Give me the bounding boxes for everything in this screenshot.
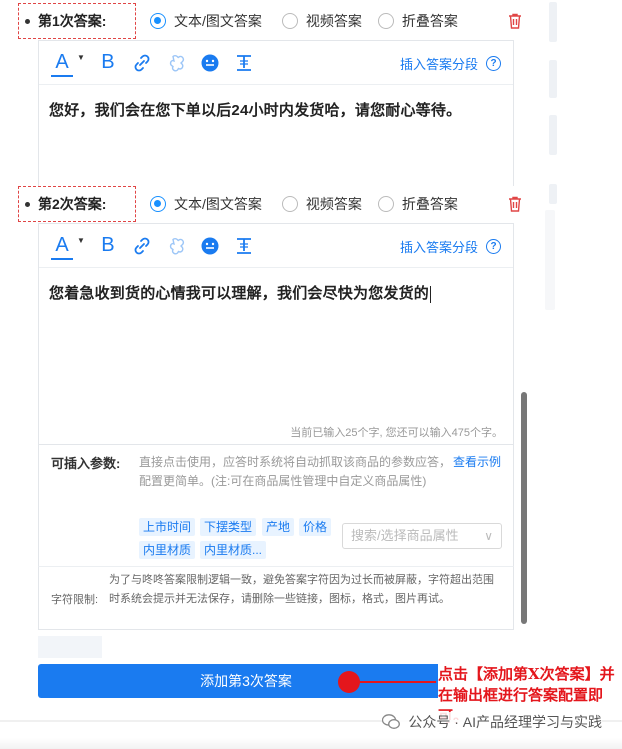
attribute-select[interactable]: 搜索/选择商品属性 ∨	[342, 523, 502, 549]
font-color-icon[interactable]: A	[51, 51, 73, 77]
answer-1-content[interactable]: 您好，我们会在您下单以后24小时内发货哈，请您耐心等待。	[39, 85, 513, 120]
answer-2-option-text[interactable]: 文本/图文答案	[150, 194, 262, 214]
panel-strip	[549, 60, 557, 98]
params-description: 直接点击使用，应答时系统将自动抓取该商品的参数应答，配置更简单。(注:可在商品属…	[139, 455, 452, 488]
answer-2-label: 第2次答案:	[38, 196, 107, 212]
radio-checked-icon	[150, 196, 166, 212]
watermark: 公众号 · AI产品经理学习与实践	[382, 712, 602, 732]
answer-2-content[interactable]: 您着急收到货的心情我可以理解，我们会尽快为您发货的	[39, 268, 513, 303]
char-limit-section: 字符限制: 为了与咚咚答案限制逻辑一致，避免答案字符因为过长而被屏蔽，字符超出范…	[38, 566, 514, 630]
panel-strip	[549, 184, 557, 204]
radio-icon	[377, 13, 394, 29]
insert-segment-link[interactable]: 插入答案分段 ?	[400, 224, 501, 268]
link-icon[interactable]	[131, 52, 153, 74]
option-label: 折叠答案	[401, 13, 458, 29]
option-label: 文本/图文答案	[174, 13, 262, 29]
insert-segment-link[interactable]: 插入答案分段 ?	[400, 41, 501, 85]
answer-1-option-video[interactable]: 视频答案	[281, 11, 362, 31]
char-limit-text: 为了与咚咚答案限制逻辑一致，避免答案字符因为过长而被屏蔽，字符超出范围时系统会提…	[109, 574, 494, 605]
emoji-icon[interactable]	[199, 52, 221, 74]
right-panel	[545, 0, 622, 720]
radio-icon	[281, 13, 298, 29]
radio-icon	[281, 196, 298, 212]
param-tag[interactable]: 产地	[262, 518, 295, 536]
wechat-icon	[382, 714, 401, 729]
answer-1-editor[interactable]: A ▼ B 插入答案分段 ? 您好，我们会在您下单以后24小时内发货哈，请您耐心…	[38, 40, 514, 186]
bold-icon[interactable]: B	[97, 234, 119, 257]
answer-1-label: 第1次答案:	[38, 13, 107, 29]
answer-2-option-video[interactable]: 视频答案	[281, 194, 362, 214]
option-label: 视频答案	[305, 13, 362, 29]
link-icon[interactable]	[131, 235, 153, 257]
params-label: 可插入参数:	[51, 456, 121, 471]
param-tag[interactable]: 上市时间	[139, 518, 196, 536]
watermark-text: 公众号 · AI产品经理学习与实践	[408, 714, 602, 730]
answer-2-label-box: 第2次答案:	[18, 186, 136, 222]
placeholder-block	[38, 636, 102, 658]
bold-icon[interactable]: B	[97, 51, 119, 74]
font-color-icon[interactable]: A	[51, 234, 73, 260]
unlink-icon[interactable]	[165, 52, 187, 74]
option-label: 视频答案	[305, 196, 362, 212]
param-tag[interactable]: 价格	[299, 518, 332, 536]
bottom-blur	[0, 738, 622, 749]
bullet-icon	[25, 18, 30, 24]
select-placeholder: 搜索/选择商品属性	[351, 528, 459, 543]
add-answer-label: 添加第3次答案	[200, 673, 292, 689]
clear-format-icon[interactable]	[233, 52, 255, 74]
view-example-link[interactable]: 查看示例	[453, 453, 501, 470]
delete-icon[interactable]	[508, 13, 522, 29]
caret-down-icon[interactable]: ▼	[77, 236, 85, 245]
help-icon[interactable]: ?	[486, 55, 501, 71]
chevron-down-icon: ∨	[484, 529, 493, 543]
insert-segment-label: 插入答案分段	[399, 239, 478, 255]
radio-checked-icon	[150, 13, 166, 29]
answer-1-option-fold[interactable]: 折叠答案	[377, 11, 458, 31]
answer-2-content-text: 您着急收到货的心情我可以理解，我们会尽快为您发货的	[49, 285, 430, 302]
panel-strip	[549, 115, 557, 155]
answer-1-option-text[interactable]: 文本/图文答案	[150, 11, 262, 31]
param-tag[interactable]: 下摆类型	[200, 518, 257, 536]
params-section: 可插入参数: 直接点击使用，应答时系统将自动抓取该商品的参数应答，配置更简单。(…	[38, 445, 514, 566]
answer-2-header: 第2次答案: 文本/图文答案 视频答案 折叠答案	[18, 186, 521, 222]
delete-icon[interactable]	[508, 196, 522, 212]
text-cursor	[430, 285, 432, 303]
panel-strip	[545, 210, 555, 310]
option-label: 文本/图文答案	[174, 196, 262, 212]
answer-2-editor[interactable]: A ▼ B 插入答案分段 ? 您着急收到货的心情我可以理解，我们会尽快为您发货的…	[38, 223, 514, 445]
char-counter: 当前已输入25个字, 您还可以输入475个字。	[290, 427, 503, 439]
answer-1-label-box: 第1次答案:	[18, 3, 136, 39]
unlink-icon[interactable]	[165, 235, 187, 257]
answer-config-panel: 第1次答案: 文本/图文答案 视频答案 折叠答案 A ▼ B 插入答案分段 ? …	[0, 0, 545, 720]
option-label: 折叠答案	[401, 196, 458, 212]
annotation-line	[356, 681, 436, 683]
answer-1-header: 第1次答案: 文本/图文答案 视频答案 折叠答案	[18, 3, 521, 39]
insert-segment-label: 插入答案分段	[399, 56, 478, 72]
answer-2-option-fold[interactable]: 折叠答案	[377, 194, 458, 214]
clear-format-icon[interactable]	[233, 235, 255, 257]
answer-1-toolbar: A ▼ B 插入答案分段 ?	[39, 41, 513, 85]
scrollbar[interactable]	[521, 392, 527, 624]
radio-icon	[377, 196, 394, 212]
param-tag[interactable]: 内里材质...	[200, 541, 267, 559]
panel-strip	[549, 2, 557, 42]
help-icon[interactable]: ?	[486, 238, 501, 254]
answer-2-toolbar: A ▼ B 插入答案分段 ?	[39, 224, 513, 268]
bullet-icon	[25, 201, 30, 207]
caret-down-icon[interactable]: ▼	[77, 53, 85, 62]
char-limit-label: 字符限制:	[51, 594, 99, 606]
annotation-dot	[338, 671, 360, 693]
param-tag[interactable]: 内里材质	[139, 541, 196, 559]
emoji-icon[interactable]	[199, 235, 221, 257]
